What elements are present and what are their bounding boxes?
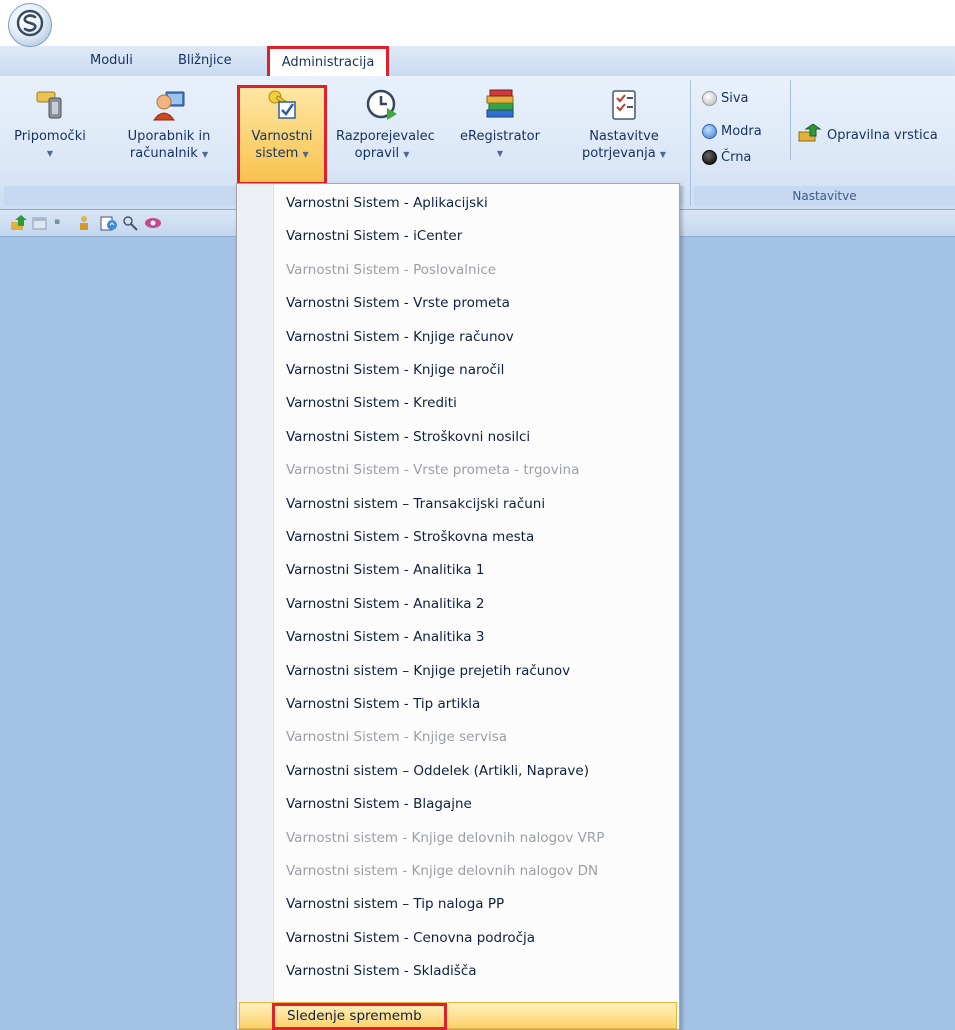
separator-icon: ▪ <box>54 217 61 227</box>
pripomocki-button[interactable]: Pripomočki ▼ <box>10 82 90 162</box>
theme-crna[interactable]: Črna <box>702 150 751 165</box>
menu-item[interactable]: Varnostni Sistem - Skladišča <box>286 955 477 988</box>
tools-icon <box>33 88 67 122</box>
eye-icon[interactable] <box>144 215 161 231</box>
app-logo-icon <box>15 8 45 42</box>
checklist-icon <box>607 88 641 122</box>
varnostni-label-1: Varnostni <box>251 129 313 144</box>
group-separator-inner <box>790 80 791 160</box>
varnostni-sistem-button[interactable]: Varnostni sistem ▼ <box>242 82 322 163</box>
menu-item[interactable]: Varnostni Sistem - Blagajne <box>286 788 472 821</box>
group-label-nastavitve: Nastavitve <box>694 186 955 206</box>
menu-item[interactable]: Varnostni Sistem - iCenter <box>286 220 462 253</box>
search-people-icon[interactable] <box>122 215 138 231</box>
user-computer-icon <box>152 88 186 122</box>
radio-crna-icon <box>702 150 717 165</box>
razporejevalec-label-1: Razporejevalec <box>336 129 435 144</box>
theme-crna-label: Črna <box>721 150 752 165</box>
menu-item[interactable]: Varnostni sistem – Transakcijski računi <box>286 488 545 521</box>
menu-item: Varnostni Sistem - Vrste prometa - trgov… <box>286 462 580 479</box>
radio-modra-icon <box>702 124 717 139</box>
pripomocki-label: Pripomočki <box>14 129 86 144</box>
security-keys-icon <box>265 88 299 122</box>
razporejevalec-button[interactable]: Razporejevalec opravil ▼ <box>336 82 435 163</box>
radio-siva-icon <box>702 91 717 106</box>
users-icon[interactable] <box>76 215 92 231</box>
menu-item: Varnostni Sistem - Poslovalnice <box>286 261 497 278</box>
menu-item-sledenje-sprememb[interactable]: Sledenje sprememb <box>239 1002 677 1030</box>
varnostni-label-2: sistem ▼ <box>255 146 309 161</box>
books-icon <box>483 88 517 122</box>
ribbon-tab-bar: Moduli Bližnjice Administracija <box>0 46 955 77</box>
window-icon[interactable] <box>32 215 48 231</box>
menu-item: Varnostni Sistem - Knjige servisa <box>286 729 508 746</box>
menu-item[interactable]: Varnostni Sistem - Knjige naročil <box>286 354 504 387</box>
theme-siva[interactable]: Siva <box>702 91 749 106</box>
menu-item[interactable]: Varnostni Sistem - Stroškovni nosilci <box>286 421 530 454</box>
menu-item[interactable]: Varnostni Sistem - Analitika 3 <box>286 621 484 654</box>
dropdown-caret-icon: ▼ <box>46 149 54 158</box>
menu-item[interactable]: Varnostni Sistem - Analitika 1 <box>286 554 484 587</box>
nastavitve-potrjevanja-button[interactable]: Nastavitve potrjevanja ▼ <box>574 82 674 163</box>
refresh-document-icon[interactable] <box>100 215 117 231</box>
taskbar-arrow-icon <box>798 123 822 146</box>
theme-modra-label: Modra <box>721 124 762 139</box>
menu-item[interactable]: Varnostni sistem – Knjige prejetih račun… <box>286 655 570 688</box>
menu-icon-gutter <box>237 184 274 1029</box>
uporabnik-label-1: Uporabnik in <box>127 129 211 144</box>
export-arrow-icon[interactable] <box>10 215 27 231</box>
menu-item-sledenje-label: Sledenje sprememb <box>287 1008 422 1024</box>
theme-siva-label: Siva <box>721 91 749 106</box>
nastavitve-label-2: potrjevanja ▼ <box>581 146 667 161</box>
menu-item[interactable]: Varnostni Sistem - Aplikacijski <box>286 187 488 220</box>
tab-administracija[interactable]: Administracija <box>267 46 389 76</box>
menu-item: Varnostni sistem - Knjige delovnih nalog… <box>286 863 599 879</box>
group-separator <box>690 80 691 206</box>
menu-item[interactable]: Varnostni Sistem - Stroškovna mesta <box>286 521 534 554</box>
eregistrator-label: eRegistrator <box>460 129 540 144</box>
menu-item[interactable]: Varnostni Sistem - Cenovna področja <box>286 922 535 955</box>
dropdown-caret-icon: ▼ <box>496 149 504 158</box>
menu-item[interactable]: Varnostni Sistem - Tip artikla <box>286 688 480 721</box>
menu-item[interactable]: Varnostni Sistem - Krediti <box>286 387 457 420</box>
tab-moduli[interactable]: Moduli <box>90 53 133 68</box>
theme-modra[interactable]: Modra <box>702 124 762 139</box>
uporabnik-label-2: računalnik ▼ <box>129 146 209 161</box>
menu-item[interactable]: Varnostni Sistem - Vrste prometa <box>286 287 510 320</box>
menu-item[interactable]: Varnostni sistem – Oddelek (Artikli, Nap… <box>286 755 589 788</box>
title-bar <box>0 0 955 46</box>
scheduler-clock-icon <box>365 88 399 122</box>
menu-item[interactable]: Varnostni sistem – Tip naloga PP <box>286 888 504 921</box>
application-menu-button[interactable] <box>8 3 52 47</box>
security-system-dropdown-menu: Varnostni Sistem - Aplikacijski Varnostni… <box>236 183 680 1030</box>
eregistrator-button[interactable]: eRegistrator ▼ <box>444 82 556 162</box>
nastavitve-label-1: Nastavitve <box>589 129 659 144</box>
tab-administracija-label: Administracija <box>281 55 375 70</box>
opravilna-vrstica-button[interactable]: Opravilna vrstica <box>798 123 938 146</box>
uporabnik-button[interactable]: Uporabnik in računalnik ▼ <box>124 82 214 163</box>
menu-item[interactable]: Varnostni Sistem - Knjige računov <box>286 321 514 354</box>
tab-bliznjice[interactable]: Bližnjice <box>178 53 232 68</box>
menu-item: Varnostni sistem - Knjige delovnih nalog… <box>286 829 605 846</box>
opravilna-vrstica-label: Opravilna vrstica <box>827 127 938 143</box>
menu-item[interactable]: Varnostni Sistem - Analitika 2 <box>286 588 484 621</box>
razporejevalec-label-2: opravil ▼ <box>354 146 410 161</box>
